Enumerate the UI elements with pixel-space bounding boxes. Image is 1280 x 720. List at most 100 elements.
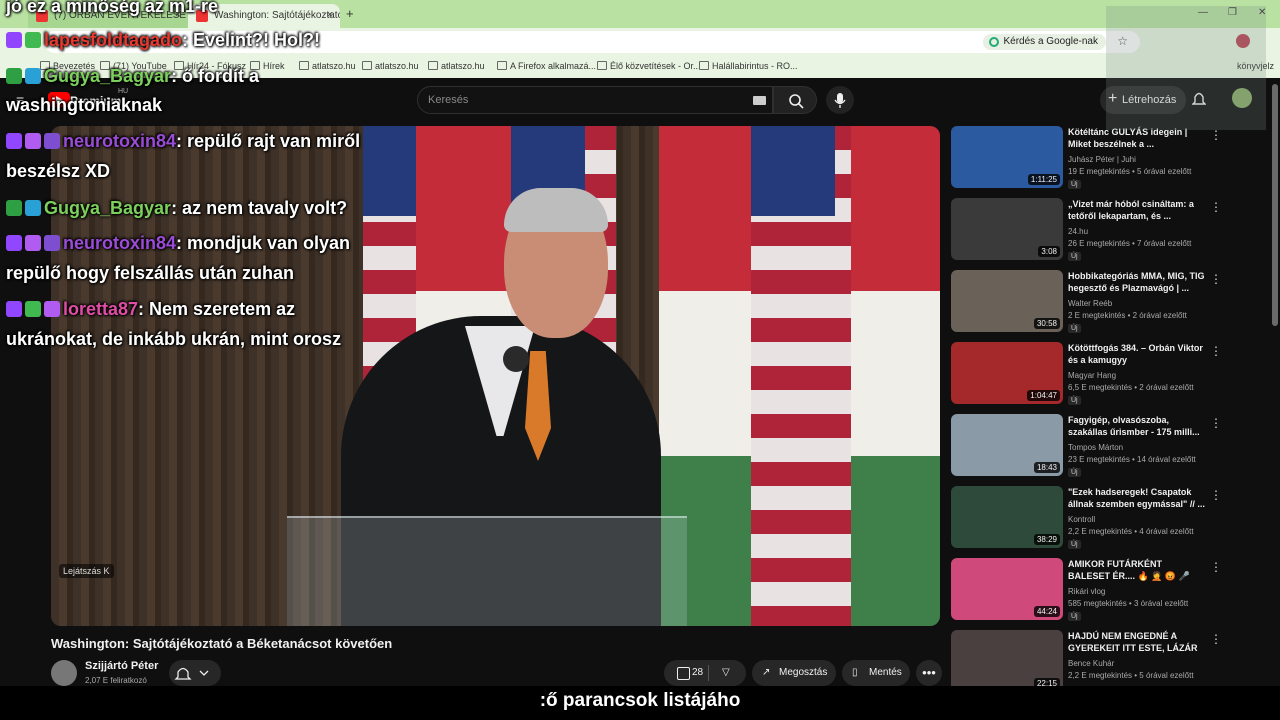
recommendation-channel[interactable]: Tompos Márton (1068, 443, 1123, 452)
chat-username: Gugya_Bagyar (44, 198, 172, 218)
more-options-icon[interactable]: ⋮ (1210, 200, 1222, 214)
recommendation-meta: 19 E megtekintés • 5 órával ezelőtt (1068, 167, 1192, 176)
screen: (7) ORBÁN ÉVÉRTÉKELÉSE - 2... × Washingt… (0, 0, 1280, 720)
recommendation-item[interactable]: 3:08 „Vizet már hóból csináltam: a tetőrő… (951, 198, 1271, 262)
video-thumbnail[interactable]: 38:29 (951, 486, 1063, 548)
recommendation-title[interactable]: "Ezek hadseregek! Csapatok állnak szembe… (1068, 486, 1206, 510)
video-thumbnail[interactable]: 3:08 (951, 198, 1063, 260)
recommendation-item[interactable]: 1:04:47 Kötöttfogás 384. – Orbán Viktor é… (951, 342, 1271, 406)
subscription-bell-button[interactable] (169, 660, 221, 686)
recommendation-channel[interactable]: Magyar Hang (1068, 371, 1116, 380)
chat-username: neurotoxin84 (63, 233, 177, 253)
sub-badge-icon (25, 68, 41, 84)
recommendation-item[interactable]: 18:43 Fagyigép, olvasószoba, szakállas űr… (951, 414, 1271, 478)
recommendation-item[interactable]: 22:15 HAJDÚ NEM ENGEDNÉ A GYEREKEIT ITT E… (951, 630, 1271, 694)
chat-message: loretta87: Nem szeretem az (6, 299, 295, 320)
save-button[interactable]: ▯ Mentés (842, 660, 910, 686)
more-options-icon[interactable]: ⋮ (1210, 128, 1222, 142)
folder-icon (428, 61, 438, 70)
recommendation-title[interactable]: AMIKOR FUTÁRKÉNT BALESET ÉR.... 🔥 🤦 😡 🎤 (1068, 558, 1206, 582)
recommendation-meta: 585 megtekintés • 3 órával ezelőtt (1068, 599, 1189, 608)
sub-badge-icon (25, 32, 41, 48)
recommendation-title[interactable]: Kötöttfogás 384. – Orbán Viktor és a kam… (1068, 342, 1206, 366)
recommendation-channel[interactable]: Juhász Péter | Juhi (1068, 155, 1136, 164)
recommendation-title[interactable]: „Vizet már hóból csináltam: a tetőről le… (1068, 198, 1206, 222)
video-duration: 38:29 (1033, 534, 1060, 545)
recommendation-title[interactable]: Hobbikategóriás MMA, MIG, TIG hegesztő é… (1068, 270, 1206, 294)
site-icon (699, 61, 709, 70)
recommendation-item[interactable]: 38:29 "Ezek hadseregek! Csapatok állnak s… (951, 486, 1271, 550)
video-duration: 1:11:25 (1027, 174, 1060, 185)
channel-avatar[interactable] (51, 660, 77, 686)
recommendation-channel[interactable]: Walter Reéb (1068, 299, 1112, 308)
more-options-icon[interactable]: ⋮ (1210, 272, 1222, 286)
share-button[interactable]: ↗ Megosztás (752, 660, 836, 686)
twitch-badge-icon (6, 301, 22, 317)
chat-message: jó ez a minőség az m1-re (6, 0, 219, 16)
recommendation-meta: 23 E megtekintés • 14 órával ezelőtt (1068, 455, 1196, 464)
like-button[interactable]: 28 ▽ (664, 660, 746, 686)
more-actions-button[interactable]: ••• (916, 660, 942, 686)
live-icon (597, 61, 607, 70)
bookmark-item[interactable]: atlatszo.hu (428, 61, 485, 71)
kick-badge-icon (6, 200, 22, 216)
chat-message-continuation: washingtoniaknak (6, 95, 163, 115)
recommendation-channel[interactable]: Kontroll (1068, 515, 1095, 524)
chat-message: Gugya_Bagyar: ő fordít a (6, 66, 259, 87)
chat-message: neurotoxin84: repülő rajt van miről (6, 131, 360, 152)
star-badge-icon (44, 301, 60, 317)
bookmark-item[interactable]: Élő közvetítések - Or... (597, 61, 701, 71)
video-thumbnail[interactable]: 30:58 (951, 270, 1063, 332)
recommendation-item[interactable]: 30:58 Hobbikategóriás MMA, MIG, TIG heges… (951, 270, 1271, 334)
kick-badge-icon (6, 68, 22, 84)
chat-username: loretta87 (63, 299, 139, 319)
more-options-icon[interactable]: ⋮ (1210, 344, 1222, 358)
sub-badge-icon (25, 301, 41, 317)
ask-google-label: Kérdés a Google-nak (1003, 36, 1098, 47)
recommendation-item[interactable]: 1:11:25 Kötéltánc GULYÁS idegein | Miket … (951, 126, 1271, 190)
like-count: 28 (692, 667, 704, 678)
video-duration: 1:04:47 (1027, 390, 1060, 401)
recommendation-item[interactable]: 44:24 AMIKOR FUTÁRKÉNT BALESET ÉR.... 🔥 🤦… (951, 558, 1271, 622)
video-thumbnail[interactable]: 1:11:25 (951, 126, 1063, 188)
video-duration: 44:24 (1033, 606, 1060, 617)
video-thumbnail[interactable]: 44:24 (951, 558, 1063, 620)
chat-username: neurotoxin84 (63, 131, 177, 151)
search-placeholder: Keresés (428, 94, 469, 106)
new-badge: Új (1068, 540, 1081, 549)
channel-name[interactable]: Szijjártó Péter (85, 660, 158, 672)
bookmark-item[interactable]: A Firefox alkalmazá... (497, 61, 596, 71)
voice-search-button[interactable] (826, 86, 854, 114)
subscriber-count: 2,07 E feliratkozó (85, 676, 147, 685)
ask-google-button[interactable]: Kérdés a Google-nak (983, 34, 1106, 50)
more-options-icon[interactable]: ⋮ (1210, 488, 1222, 502)
scrollbar[interactable] (1272, 84, 1278, 326)
more-options-icon[interactable]: ⋮ (1210, 632, 1222, 646)
recommendation-meta: 2 E megtekintés • 2 órával ezelőtt (1068, 311, 1187, 320)
recommendation-meta: 2,2 E megtekintés • 5 órával ezelőtt (1068, 671, 1194, 680)
search-input[interactable]: Keresés (417, 86, 773, 114)
recommendation-meta: 26 E megtekintés • 7 órával ezelőtt (1068, 239, 1192, 248)
replay-hint[interactable]: Lejátszás K (59, 564, 114, 578)
chat-message: lapesfoldtagado: Evelint?! Hol?! (6, 30, 320, 51)
search-button[interactable] (773, 86, 817, 114)
more-options-icon[interactable]: ⋮ (1210, 560, 1222, 574)
streamer-webcam-overlay (1106, 6, 1266, 130)
recommendation-meta: 2,2 E megtekintés • 4 órával ezelőtt (1068, 527, 1194, 536)
video-thumbnail[interactable]: 1:04:47 (951, 342, 1063, 404)
recommendation-title[interactable]: Fagyigép, olvasószoba, szakállas űrismbe… (1068, 414, 1206, 438)
video-thumbnail[interactable]: 18:43 (951, 414, 1063, 476)
video-duration: 3:08 (1038, 246, 1060, 257)
more-options-icon[interactable]: ⋮ (1210, 416, 1222, 430)
video-duration: 18:43 (1033, 462, 1060, 473)
keyboard-icon[interactable] (753, 96, 766, 105)
recommendation-title[interactable]: HAJDÚ NEM ENGEDNÉ A GYEREKEIT ITT ESTE, … (1068, 630, 1206, 654)
recommendation-channel[interactable]: 24.hu (1068, 227, 1088, 236)
glass-podium (287, 516, 687, 626)
chat-message: Gugya_Bagyar: az nem tavaly volt? (6, 198, 347, 219)
dislike-icon[interactable]: ▽ (722, 660, 730, 686)
recommendation-channel[interactable]: Bence Kuhár (1068, 659, 1114, 668)
recommendation-channel[interactable]: Rikári vlog (1068, 587, 1105, 596)
bookmark-item[interactable]: Halállabirintus - RO... (699, 61, 798, 71)
video-thumbnail[interactable]: 22:15 (951, 630, 1063, 692)
